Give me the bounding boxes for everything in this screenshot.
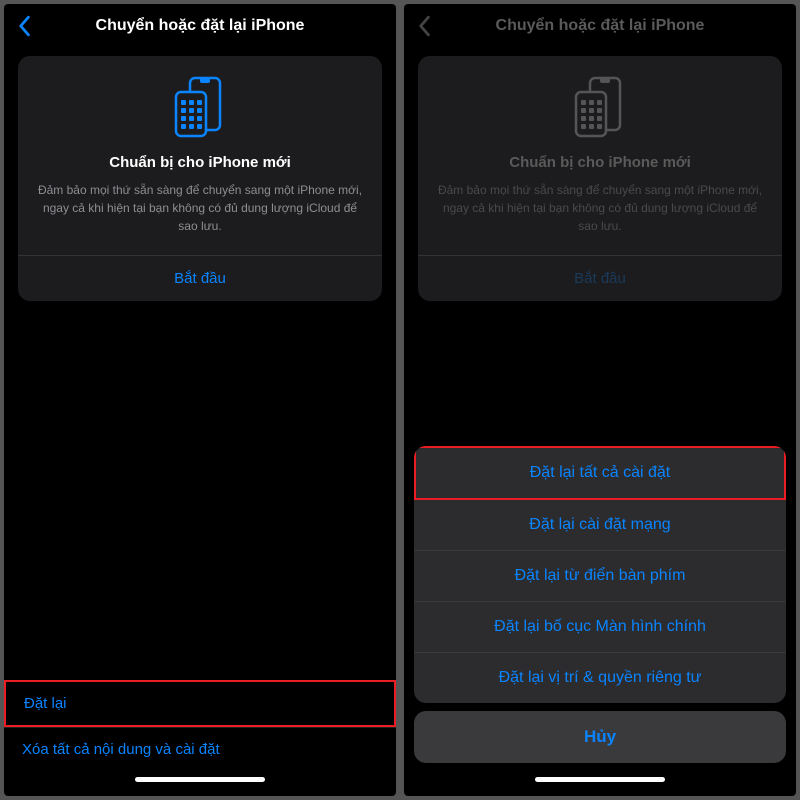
chevron-left-icon bbox=[17, 15, 31, 37]
phones-icon bbox=[36, 74, 364, 138]
card-body: Chuẩn bị cho iPhone mới Đảm bảo mọi thứ … bbox=[418, 56, 782, 255]
card-description: Đảm bảo mọi thứ sẵn sàng để chuyển sang … bbox=[436, 181, 764, 235]
home-indicator[interactable] bbox=[535, 777, 665, 782]
card-description: Đảm bảo mọi thứ sẵn sàng để chuyển sang … bbox=[36, 181, 364, 235]
start-button[interactable]: Bắt đầu bbox=[418, 255, 782, 301]
card-title: Chuẩn bị cho iPhone mới bbox=[436, 154, 764, 171]
sheet-options: Đặt lại tất cả cài đặt Đặt lại cài đặt m… bbox=[414, 446, 786, 703]
reset-location-privacy[interactable]: Đặt lại vị trí & quyền riêng tư bbox=[414, 653, 786, 703]
home-indicator[interactable] bbox=[135, 777, 265, 782]
back-button[interactable] bbox=[412, 14, 436, 38]
reset-home-layout[interactable]: Đặt lại bố cục Màn hình chính bbox=[414, 602, 786, 653]
page-title: Chuyển hoặc đặt lại iPhone bbox=[16, 17, 384, 35]
page-title: Chuyển hoặc đặt lại iPhone bbox=[416, 17, 784, 35]
action-sheet: Đặt lại tất cả cài đặt Đặt lại cài đặt m… bbox=[404, 438, 796, 796]
screen-1: Chuyển hoặc đặt lại iPhone Chuẩn bị cho … bbox=[4, 4, 396, 796]
cancel-button[interactable]: Hủy bbox=[414, 711, 786, 763]
reset-button[interactable]: Đặt lại bbox=[4, 680, 396, 727]
back-button[interactable] bbox=[12, 14, 36, 38]
phones-icon bbox=[436, 74, 764, 138]
card-title: Chuẩn bị cho iPhone mới bbox=[36, 154, 364, 171]
reset-all-settings[interactable]: Đặt lại tất cả cài đặt bbox=[414, 446, 786, 500]
reset-network-settings[interactable]: Đặt lại cài đặt mạng bbox=[414, 500, 786, 551]
prepare-card: Chuẩn bị cho iPhone mới Đảm bảo mọi thứ … bbox=[418, 56, 782, 301]
nav-header: Chuyển hoặc đặt lại iPhone bbox=[4, 4, 396, 48]
chevron-left-icon bbox=[417, 15, 431, 37]
start-button[interactable]: Bắt đầu bbox=[18, 255, 382, 301]
reset-keyboard-dictionary[interactable]: Đặt lại từ điển bàn phím bbox=[414, 551, 786, 602]
prepare-card: Chuẩn bị cho iPhone mới Đảm bảo mọi thứ … bbox=[18, 56, 382, 301]
erase-button[interactable]: Xóa tất cả nội dung và cài đặt bbox=[4, 727, 396, 771]
card-body: Chuẩn bị cho iPhone mới Đảm bảo mọi thứ … bbox=[18, 56, 382, 255]
bottom-list: Đặt lại Xóa tất cả nội dung và cài đặt bbox=[4, 680, 396, 796]
screen-2: Chuyển hoặc đặt lại iPhone Chuẩn bị cho … bbox=[404, 4, 796, 796]
nav-header: Chuyển hoặc đặt lại iPhone bbox=[404, 4, 796, 48]
